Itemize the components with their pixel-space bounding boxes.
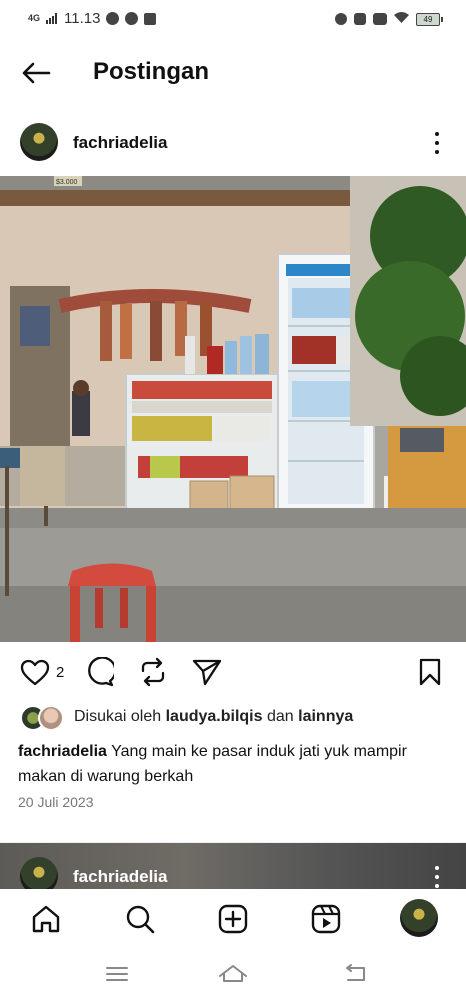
back-button[interactable] <box>18 58 54 88</box>
battery-indicator: 49 <box>416 12 443 26</box>
next-post-username[interactable]: fachriadelia <box>73 867 168 887</box>
comment-icon <box>88 657 114 687</box>
share-icon <box>192 659 222 686</box>
repost-icon <box>141 657 165 687</box>
nav-profile-avatar[interactable] <box>400 899 438 937</box>
arrow-left-icon <box>22 62 51 84</box>
nav-search[interactable] <box>122 901 158 937</box>
create-icon <box>218 904 248 934</box>
alarm-icon <box>335 13 347 25</box>
whatsapp-icon <box>106 12 120 25</box>
wifi-icon <box>394 10 409 28</box>
nav-reels[interactable] <box>308 901 344 937</box>
clock: 11.13 <box>64 10 101 27</box>
system-back-button[interactable] <box>338 961 372 987</box>
system-navigation <box>0 949 466 1000</box>
liked-by-join: dan <box>266 708 294 725</box>
status-right: 49 <box>335 10 443 28</box>
mail-icon <box>144 12 157 25</box>
post-caption: fachriadelia Yang main ke pasar induk ja… <box>18 739 448 789</box>
search-icon <box>126 905 155 934</box>
recents-button[interactable] <box>100 961 134 987</box>
volte-icon <box>373 13 387 25</box>
reels-icon <box>311 904 341 934</box>
caption-username[interactable]: fachriadelia <box>18 743 107 760</box>
status-left: 4G 11.13 <box>28 10 157 27</box>
likes-count[interactable]: 2 <box>56 664 64 681</box>
liked-by-user[interactable]: laudya.bilqis <box>166 708 263 725</box>
signal-icon <box>46 11 58 27</box>
system-home-button[interactable] <box>215 959 251 987</box>
liked-by-others[interactable]: lainnya <box>298 708 353 725</box>
share-button[interactable] <box>190 655 224 689</box>
shop-photo-illustration: $3.000 <box>0 176 466 642</box>
back-icon <box>346 964 365 981</box>
help-icon <box>125 12 139 25</box>
post-date: 20 Juli 2023 <box>18 794 94 810</box>
next-post-preview[interactable] <box>0 843 466 889</box>
liked-avatar-2[interactable] <box>38 705 64 731</box>
nav-create[interactable] <box>215 901 251 937</box>
post-photo[interactable]: $3.000 <box>0 176 466 642</box>
bookmark-button[interactable] <box>413 655 447 689</box>
home-icon <box>32 905 60 933</box>
bookmark-icon <box>419 658 441 686</box>
next-post-more-icon[interactable] <box>431 866 443 888</box>
recents-icon <box>106 967 128 981</box>
liked-by-text[interactable]: Disukai oleh laudya.bilqis dan lainnya <box>74 708 353 726</box>
comment-button[interactable] <box>82 655 116 689</box>
post-username[interactable]: fachriadelia <box>73 133 168 153</box>
bottom-navigation <box>0 889 466 949</box>
heart-icon <box>20 659 50 685</box>
home-icon <box>219 965 247 982</box>
like-button[interactable] <box>18 655 52 689</box>
network-indicator: 4G <box>28 13 41 23</box>
nav-home[interactable] <box>28 901 64 937</box>
post-avatar[interactable] <box>20 123 58 161</box>
liked-by-prefix: Disukai oleh <box>74 708 162 725</box>
repost-button[interactable] <box>136 655 170 689</box>
mute-icon <box>354 13 366 25</box>
status-bar: 4G 11.13 49 <box>0 0 466 36</box>
page-title: Postingan <box>93 58 210 85</box>
svg-text:$3.000: $3.000 <box>56 179 78 186</box>
more-options-icon[interactable] <box>431 132 443 154</box>
